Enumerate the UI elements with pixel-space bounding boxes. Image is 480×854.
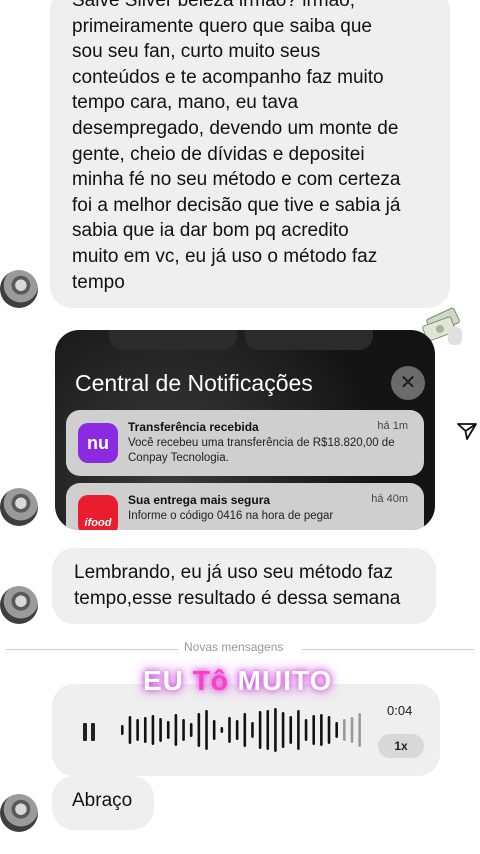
avatar[interactable] (0, 488, 38, 526)
divider-line-right (302, 649, 474, 650)
waveform-bar (128, 716, 132, 744)
message-bubble[interactable]: Salve Silver beleza irmão? irmão, primei… (50, 0, 450, 308)
waveform-bar (243, 713, 247, 747)
waveform-bar (151, 715, 155, 745)
waveform-bar (274, 708, 277, 752)
nubank-app-icon: nu (78, 423, 118, 463)
send-icon[interactable] (456, 420, 478, 442)
close-icon[interactable]: ✕ (391, 366, 425, 400)
waveform-bar (197, 713, 201, 747)
waveform-bar (312, 715, 316, 745)
waveform-bar (159, 718, 162, 742)
avatar[interactable] (0, 794, 38, 832)
waveform-bar (189, 723, 193, 737)
playback-speed-button[interactable]: 1x (378, 734, 424, 758)
waveform-bar (212, 720, 216, 740)
waveform-bar (174, 714, 178, 746)
waveform-bar (235, 720, 239, 740)
message-text: Abraço (72, 790, 133, 811)
waveform[interactable] (120, 700, 365, 760)
waveform-bar (205, 710, 208, 750)
caption-part: EU (143, 665, 193, 696)
waveform-bar (304, 719, 308, 741)
ifood-app-icon: ifood (78, 495, 118, 530)
message-bubble[interactable]: Abraço (52, 776, 154, 830)
waveform-bar (220, 727, 224, 733)
message-text: Lembrando, eu já uso seu método faz temp… (74, 562, 401, 609)
notification-title: Sua entrega mais segura (128, 493, 271, 507)
pause-icon[interactable] (82, 723, 96, 741)
caption-highlight: Tô (192, 665, 229, 696)
waveform-bar (136, 719, 139, 741)
waveform-bar (228, 717, 231, 743)
waveform-bar (358, 713, 361, 747)
waveform-bar (266, 710, 270, 750)
notification-body: Informe o código 0416 na hora de pegar (128, 510, 334, 522)
waveform-bar (320, 714, 323, 746)
waveform-bar (143, 717, 147, 743)
audio-message[interactable]: 0:04 1x (52, 684, 440, 776)
notification-time: há 40m (371, 493, 408, 505)
notification-screenshot[interactable]: Central de Notificações ✕ nu Transferênc… (55, 330, 435, 530)
waveform-bar (350, 717, 354, 743)
notification-item[interactable]: nu Transferência recebida há 1m Você rec… (66, 410, 424, 476)
message-bubble[interactable]: Lembrando, eu já uso seu método faz temp… (52, 548, 436, 624)
waveform-bar (251, 722, 254, 738)
notification-item[interactable]: ifood Sua entrega mais segura há 40m Inf… (66, 483, 424, 530)
avatar[interactable] (0, 270, 38, 308)
notification-body: Você recebeu uma transferência de R$18.8… (128, 437, 395, 464)
avatar[interactable] (0, 586, 38, 624)
waveform-bar (281, 712, 285, 748)
waveform-bar (327, 716, 331, 744)
top-tab-left (109, 330, 237, 350)
audio-duration: 0:04 (387, 703, 413, 718)
top-tab-right (245, 330, 373, 350)
notification-title: Transferência recebida (128, 420, 259, 434)
notification-time: há 1m (377, 420, 408, 432)
divider-line-left (6, 649, 178, 650)
waveform-bar (335, 722, 338, 738)
new-messages-label: Novas mensagens (184, 640, 284, 654)
caption-part: MUITO (228, 665, 333, 696)
waveform-bar (289, 716, 293, 744)
waveform-bar (121, 725, 124, 735)
notification-center-title: Central de Notificações (75, 370, 313, 396)
waveform-bar (166, 721, 170, 739)
waveform-bar (343, 719, 346, 741)
waveform-bar (297, 710, 300, 750)
waveform-bar (182, 719, 185, 741)
message-text: Salve Silver beleza irmão? irmão, primei… (72, 0, 401, 293)
video-caption: EU Tô MUITO (143, 665, 332, 697)
waveform-bar (258, 711, 262, 749)
